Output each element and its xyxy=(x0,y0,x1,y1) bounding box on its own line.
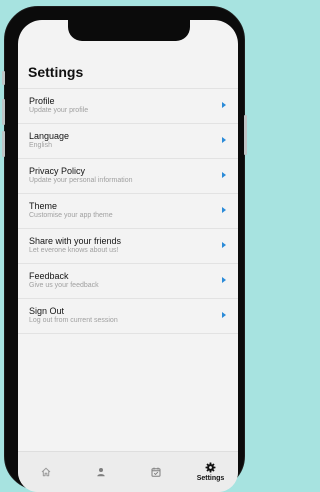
settings-item-feedback[interactable]: Feedback Give us your feedback xyxy=(18,264,238,299)
gear-icon xyxy=(205,462,216,473)
settings-item-title: Profile xyxy=(29,96,55,106)
settings-item-subtitle: English xyxy=(29,142,52,149)
settings-item-theme[interactable]: Theme Customise your app theme xyxy=(18,194,238,229)
tab-profile[interactable] xyxy=(73,452,128,492)
settings-item-title: Language xyxy=(29,131,70,141)
tab-calendar[interactable] xyxy=(128,452,183,492)
settings-item-title: Feedback xyxy=(29,271,69,281)
settings-item-title: Theme xyxy=(29,201,58,211)
chevron-right-icon xyxy=(222,242,226,248)
settings-item-subtitle: Update your personal information xyxy=(29,177,133,184)
page-title: Settings xyxy=(28,64,84,80)
settings-item-sign-out[interactable]: Sign Out Log out from current session xyxy=(18,299,238,334)
chevron-right-icon xyxy=(222,277,226,283)
settings-item-subtitle: Customise your app theme xyxy=(29,212,113,219)
silent-switch xyxy=(2,71,5,85)
volume-down-button xyxy=(2,131,5,157)
settings-item-subtitle: Let everone knows about us! xyxy=(29,247,119,254)
settings-item-title: Privacy Policy xyxy=(29,166,86,176)
settings-item-subtitle: Update your profile xyxy=(29,107,89,114)
settings-item-subtitle: Give us your feedback xyxy=(29,282,99,289)
bottom-tab-bar: Settings xyxy=(18,451,238,492)
calendar-icon xyxy=(151,467,160,477)
home-icon xyxy=(41,467,50,477)
notch xyxy=(68,20,190,41)
settings-item-title: Share with your friends xyxy=(29,236,122,246)
settings-item-subtitle: Log out from current session xyxy=(29,317,118,324)
chevron-right-icon xyxy=(222,172,226,178)
chevron-right-icon xyxy=(222,207,226,213)
settings-item-language[interactable]: Language English xyxy=(18,124,238,159)
settings-list: Profile Update your profile Language Eng… xyxy=(18,88,238,334)
phone-frame: Settings Profile Update your profile Lan… xyxy=(2,6,247,492)
tab-home[interactable] xyxy=(18,452,73,492)
chevron-right-icon xyxy=(222,312,226,318)
power-button xyxy=(244,115,247,155)
settings-item-profile[interactable]: Profile Update your profile xyxy=(18,89,238,124)
settings-item-privacy-policy[interactable]: Privacy Policy Update your personal info… xyxy=(18,159,238,194)
volume-up-button xyxy=(2,99,5,125)
chevron-right-icon xyxy=(222,102,226,108)
settings-item-share[interactable]: Share with your friends Let everone know… xyxy=(18,229,238,264)
person-icon xyxy=(96,468,105,477)
tab-settings-label: Settings xyxy=(196,475,225,482)
app-screen: Settings Profile Update your profile Lan… xyxy=(18,20,238,492)
settings-item-title: Sign Out xyxy=(29,306,65,316)
chevron-right-icon xyxy=(222,137,226,143)
tab-settings[interactable]: Settings xyxy=(183,452,238,492)
